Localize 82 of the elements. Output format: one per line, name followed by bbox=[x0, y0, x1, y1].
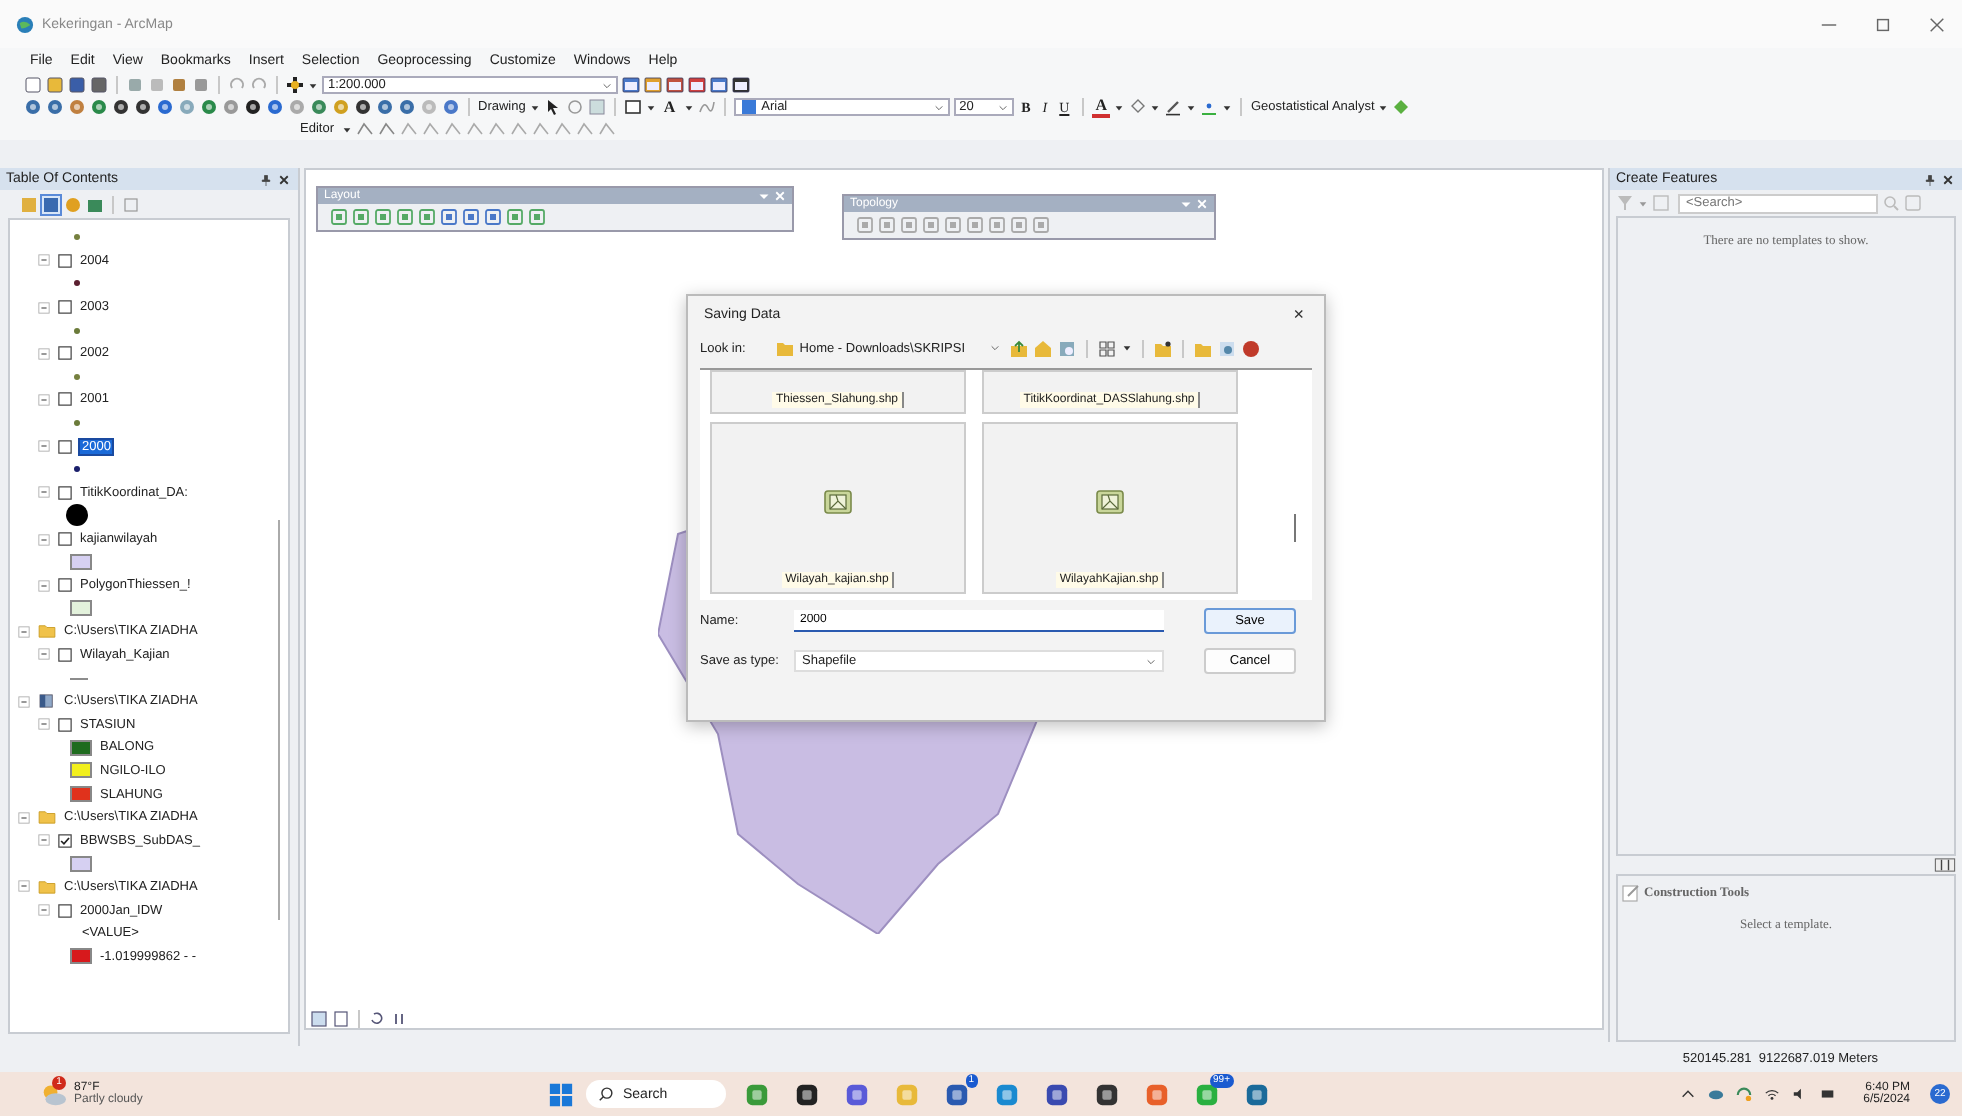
text-tool[interactable]: A bbox=[659, 98, 680, 116]
caret-icon[interactable] bbox=[645, 101, 656, 113]
close-button[interactable]: × bbox=[1289, 304, 1308, 324]
battery-icon[interactable] bbox=[1819, 1086, 1836, 1102]
close-icon[interactable] bbox=[1942, 173, 1954, 185]
caret-icon[interactable] bbox=[529, 101, 540, 113]
database-icon bbox=[38, 694, 56, 709]
close-icon[interactable] bbox=[1928, 15, 1946, 33]
checkbox[interactable] bbox=[58, 833, 72, 848]
checkbox[interactable] bbox=[58, 485, 72, 500]
view-grid-icon[interactable] bbox=[1097, 339, 1116, 357]
pin-icon[interactable] bbox=[260, 173, 272, 185]
search-icon bbox=[597, 1086, 613, 1102]
python-icon[interactable] bbox=[710, 76, 728, 94]
scrollbar-thumb[interactable] bbox=[1294, 514, 1296, 542]
caret-icon[interactable] bbox=[341, 123, 352, 135]
checkbox[interactable] bbox=[58, 300, 72, 315]
model-icon[interactable] bbox=[732, 76, 750, 94]
chevron-icon bbox=[997, 101, 1008, 113]
collapse-icon[interactable] bbox=[38, 440, 50, 453]
up-folder-icon[interactable] bbox=[1009, 339, 1028, 357]
add-data-icon[interactable] bbox=[286, 76, 304, 94]
pin-icon[interactable] bbox=[1924, 173, 1936, 185]
rectangle-icon[interactable] bbox=[623, 98, 642, 116]
collapse-icon[interactable] bbox=[18, 880, 30, 893]
chevron-icon bbox=[602, 79, 612, 91]
restore-icon[interactable] bbox=[1874, 15, 1892, 33]
checkbox[interactable] bbox=[58, 392, 72, 407]
collapse-icon[interactable] bbox=[18, 811, 30, 824]
start-icon[interactable] bbox=[547, 1081, 573, 1107]
checkbox[interactable] bbox=[58, 253, 72, 268]
caret-icon[interactable] bbox=[1222, 101, 1233, 113]
font-icon bbox=[739, 98, 758, 116]
marker-icon[interactable] bbox=[1200, 98, 1219, 116]
checkbox[interactable] bbox=[58, 903, 72, 918]
collapse-icon[interactable] bbox=[38, 579, 50, 592]
layout-toggle-icon[interactable] bbox=[1934, 858, 1956, 872]
pen-icon[interactable] bbox=[1164, 98, 1183, 116]
chevron-icon bbox=[933, 101, 944, 113]
caret-icon[interactable] bbox=[1114, 101, 1125, 113]
caret-icon[interactable] bbox=[1150, 101, 1161, 113]
cloud-icon[interactable] bbox=[1707, 1086, 1724, 1102]
collapse-icon[interactable] bbox=[38, 347, 50, 360]
pause-icon[interactable] bbox=[390, 1009, 408, 1027]
caret-icon[interactable] bbox=[1186, 101, 1197, 113]
collapse-icon[interactable] bbox=[38, 904, 50, 917]
collapse-icon[interactable] bbox=[38, 393, 50, 406]
wifi-icon[interactable] bbox=[1763, 1086, 1780, 1102]
checkbox[interactable] bbox=[58, 578, 72, 593]
checkbox[interactable] bbox=[58, 717, 72, 732]
chevron-icon bbox=[1146, 655, 1156, 667]
caret-icon[interactable] bbox=[1378, 101, 1389, 113]
checkbox[interactable] bbox=[58, 346, 72, 361]
chevron-icon bbox=[989, 342, 1000, 354]
shapefile-icon bbox=[824, 490, 852, 514]
collapse-icon[interactable] bbox=[38, 533, 50, 546]
collapse-icon[interactable] bbox=[38, 648, 50, 661]
shapefile-icon bbox=[1096, 490, 1124, 514]
search-window-icon[interactable] bbox=[688, 76, 706, 94]
sync-icon[interactable] bbox=[1735, 1086, 1752, 1102]
collapse-icon[interactable] bbox=[38, 834, 50, 847]
close-icon[interactable] bbox=[278, 173, 290, 185]
checkbox[interactable] bbox=[58, 647, 72, 662]
checkbox[interactable] bbox=[58, 532, 72, 547]
collapse-icon[interactable] bbox=[38, 301, 50, 314]
checkbox[interactable] bbox=[58, 439, 72, 454]
collapse-icon[interactable] bbox=[38, 718, 50, 731]
collapse-icon[interactable] bbox=[18, 625, 30, 638]
new-document-icon[interactable] bbox=[24, 76, 42, 94]
caret-icon[interactable] bbox=[1121, 342, 1132, 354]
caret-icon[interactable] bbox=[308, 79, 318, 91]
new-folder-icon[interactable] bbox=[1153, 339, 1172, 357]
window-icon[interactable] bbox=[622, 76, 640, 94]
layout-view-icon[interactable] bbox=[332, 1009, 350, 1027]
collapse-icon[interactable] bbox=[38, 254, 50, 267]
refresh-icon[interactable] bbox=[368, 1009, 386, 1027]
collapse-icon[interactable] bbox=[38, 486, 50, 499]
data-view-icon[interactable] bbox=[310, 1009, 328, 1027]
collapse-icon[interactable] bbox=[18, 695, 30, 708]
caret-icon[interactable] bbox=[683, 101, 694, 113]
scrollbar-thumb[interactable] bbox=[278, 520, 280, 920]
chevron-up-icon[interactable] bbox=[1679, 1086, 1696, 1102]
